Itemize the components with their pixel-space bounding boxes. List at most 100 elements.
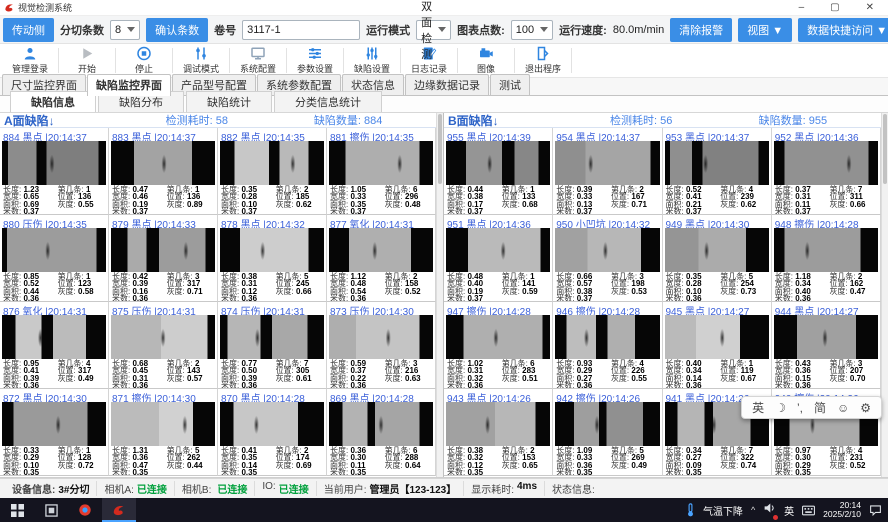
defect-cell[interactable]: 948 擦伤 |20:14:28 长度: 1.18 宽度: 0.34 面积: 0… — [772, 215, 881, 302]
action-center-icon[interactable] — [869, 504, 882, 516]
defect-thumbnail-image[interactable] — [111, 402, 215, 446]
defect-cell[interactable]: 882 黑点 |20:14:35 长度: 0.35 宽度: 0.28 面积: 0… — [218, 128, 327, 215]
taskbar-clock[interactable]: 20:14 2025/2/10 — [823, 501, 861, 519]
defect-thumbnail-image[interactable] — [446, 228, 550, 272]
image-button[interactable]: 图像 — [460, 44, 512, 77]
start-button[interactable] — [0, 498, 34, 522]
subtab-class-info-statistics[interactable]: 分类信息统计 — [274, 91, 382, 112]
defect-cell[interactable]: 953 黑点 |20:14:37 长度: 0.52 宽度: 0.41 面积: 0… — [663, 128, 772, 215]
defect-thumbnail-image[interactable] — [329, 315, 433, 359]
defect-thumbnail-image[interactable] — [220, 141, 324, 185]
defect-thumbnail-image[interactable] — [774, 228, 878, 272]
defect-cell[interactable]: 869 黑点 |20:14:28 长度: 0.36 宽度: 0.30 面积: 0… — [327, 389, 436, 476]
defect-thumbnail-image[interactable] — [111, 141, 215, 185]
defect-thumbnail-image[interactable] — [111, 228, 215, 272]
run-mode-select[interactable]: 双面检测 — [416, 20, 451, 40]
defect-thumbnail-image[interactable] — [2, 402, 106, 446]
panel-b-scrollbar[interactable] — [881, 113, 888, 477]
defect-thumbnail-image[interactable] — [555, 402, 659, 446]
defect-cell[interactable]: 870 黑点 |20:14:28 长度: 0.41 宽度: 0.35 面积: 0… — [218, 389, 327, 476]
defect-cell[interactable]: 874 压伤 |20:14:31 长度: 0.77 宽度: 0.50 面积: 0… — [218, 302, 327, 389]
defect-cell[interactable]: 880 压伤 |20:14:35 长度: 0.85 宽度: 0.52 面积: 0… — [0, 215, 109, 302]
defect-cell[interactable]: 879 黑点 |20:14:33 长度: 0.42 宽度: 0.39 面积: 0… — [109, 215, 218, 302]
defect-cell[interactable]: 881 擦伤 |20:14:35 长度: 1.05 宽度: 0.33 面积: 0… — [327, 128, 436, 215]
ime-moon-icon[interactable]: ☽ — [775, 401, 786, 415]
strip-count-select[interactable]: 8 — [110, 20, 140, 40]
defect-thumbnail-image[interactable] — [665, 141, 769, 185]
defect-thumbnail-image[interactable] — [2, 228, 106, 272]
keyboard-icon[interactable] — [802, 505, 815, 516]
defect-thumbnail-image[interactable] — [329, 141, 433, 185]
start-button[interactable]: 开始 — [61, 44, 113, 77]
clear-alarm-button[interactable]: 清除报警 — [670, 18, 732, 42]
defect-cell[interactable]: 943 黑点 |20:14:26 长度: 0.38 宽度: 0.32 面积: 0… — [444, 389, 553, 476]
ime-settings-gear-icon[interactable]: ⚙ — [860, 401, 871, 415]
tab-test[interactable]: 测试 — [490, 74, 530, 95]
defect-cell[interactable]: 947 擦伤 |20:14:28 长度: 1.02 宽度: 0.31 面积: 0… — [444, 302, 553, 389]
defect-thumbnail-image[interactable] — [665, 228, 769, 272]
exit-program-button[interactable]: 退出程序 — [517, 44, 569, 77]
defect-cell[interactable]: 954 黑点 |20:14:37 长度: 0.39 宽度: 0.33 面积: 0… — [553, 128, 662, 215]
defect-settings-button[interactable]: 缺陷设置 — [346, 44, 398, 77]
defect-cell[interactable]: 944 黑点 |20:14:27 长度: 0.43 宽度: 0.36 面积: 0… — [772, 302, 881, 389]
defect-cell[interactable]: 875 压伤 |20:14:31 长度: 0.68 宽度: 0.45 面积: 0… — [109, 302, 218, 389]
defect-cell[interactable]: 878 黑点 |20:14:32 长度: 0.38 宽度: 0.31 面积: 0… — [218, 215, 327, 302]
defect-thumbnail-image[interactable] — [220, 315, 324, 359]
defect-cell[interactable]: 884 黑点 |20:14:37 长度: 1.23 宽度: 0.65 面积: 0… — [0, 128, 109, 215]
defect-thumbnail-image[interactable] — [329, 402, 433, 446]
quick-access-menu-button[interactable]: 数据快捷访问 ▼ — [798, 18, 888, 42]
tab-defect-monitor[interactable]: 缺陷监控界面 — [87, 74, 171, 96]
defect-thumbnail-image[interactable] — [555, 141, 659, 185]
ime-emoji-icon[interactable]: ☺ — [837, 401, 849, 415]
debug-mode-button[interactable]: 调试模式 — [175, 44, 227, 77]
maximize-button[interactable]: ▢ — [830, 1, 839, 15]
admin-login-button[interactable]: 管理登录 — [4, 44, 56, 77]
defect-cell[interactable]: 942 擦伤 |20:14:26 长度: 1.09 宽度: 0.33 面积: 0… — [553, 389, 662, 476]
defect-thumbnail-image[interactable] — [220, 402, 324, 446]
volume-icon[interactable] — [763, 501, 776, 519]
defect-cell[interactable]: 952 黑点 |20:14:36 长度: 0.37 宽度: 0.31 面积: 0… — [772, 128, 881, 215]
defect-thumbnail-image[interactable] — [446, 402, 550, 446]
defect-thumbnail-image[interactable] — [774, 141, 878, 185]
panel-b-title[interactable]: B面缺陷↓ — [444, 112, 610, 129]
ime-language-indicator[interactable]: 英 — [784, 503, 794, 518]
ime-punctuation-toggle[interactable]: ’, — [797, 401, 803, 415]
defect-cell[interactable]: 945 黑点 |20:14:27 长度: 0.40 宽度: 0.34 面积: 0… — [663, 302, 772, 389]
defect-thumbnail-image[interactable] — [774, 315, 878, 359]
tab-edge-data-record[interactable]: 边缘数据记录 — [405, 74, 489, 95]
defect-cell[interactable]: 877 氧化 |20:14:31 长度: 1.12 宽度: 0.48 面积: 0… — [327, 215, 436, 302]
subtab-defect-statistics[interactable]: 缺陷统计 — [186, 91, 272, 112]
task-view-button[interactable] — [34, 498, 68, 522]
stop-button[interactable]: 停止 — [118, 44, 170, 77]
parameter-settings-button[interactable]: 参数设置 — [289, 44, 341, 77]
defect-cell[interactable]: 873 压伤 |20:14:30 长度: 0.59 宽度: 0.37 面积: 0… — [327, 302, 436, 389]
confirm-count-button[interactable]: 确认条数 — [146, 18, 208, 42]
defect-thumbnail-image[interactable] — [111, 315, 215, 359]
defect-thumbnail-image[interactable] — [2, 141, 106, 185]
ime-lang-toggle[interactable]: 英 — [752, 399, 764, 416]
defect-cell[interactable]: 951 黑点 |20:14:36 长度: 0.48 宽度: 0.40 面积: 0… — [444, 215, 553, 302]
panel-a-scrollbar[interactable] — [436, 113, 443, 477]
view-menu-button[interactable]: 视图 ▼ — [738, 18, 792, 42]
drive-side-button[interactable]: 传动侧 — [3, 18, 54, 42]
defect-cell[interactable]: 871 擦伤 |20:14:30 长度: 1.31 宽度: 0.36 面积: 0… — [109, 389, 218, 476]
defect-thumbnail-image[interactable] — [665, 315, 769, 359]
weather-text[interactable]: 气温下降 — [703, 503, 743, 518]
defect-cell[interactable]: 955 黑点 |20:14:39 长度: 0.44 宽度: 0.38 面积: 0… — [444, 128, 553, 215]
system-config-button[interactable]: 系统配置 — [232, 44, 284, 77]
taskbar-app-vision-system[interactable] — [102, 498, 136, 522]
defect-cell[interactable]: 872 黑点 |20:14:30 长度: 0.33 宽度: 0.29 面积: 0… — [0, 389, 109, 476]
defect-cell[interactable]: 950 小凹坑 |20:14:32 长度: 0.66 宽度: 0.57 面积: … — [553, 215, 662, 302]
defect-thumbnail-image[interactable] — [2, 315, 106, 359]
subtab-defect-info[interactable]: 缺陷信息 — [10, 91, 96, 112]
defect-thumbnail-image[interactable] — [220, 228, 324, 272]
defect-thumbnail-image[interactable] — [446, 315, 550, 359]
defect-thumbnail-image[interactable] — [446, 141, 550, 185]
minimize-button[interactable]: – — [799, 1, 805, 15]
defect-cell[interactable]: 883 黑点 |20:14:37 长度: 0.47 宽度: 0.46 面积: 0… — [109, 128, 218, 215]
chart-points-select[interactable]: 100 — [511, 20, 553, 40]
close-button[interactable]: ✕ — [866, 1, 874, 15]
defect-thumbnail-image[interactable] — [329, 228, 433, 272]
defect-cell[interactable]: 946 擦伤 |20:14:28 长度: 0.93 宽度: 0.29 面积: 0… — [553, 302, 662, 389]
roll-number-input[interactable] — [242, 20, 360, 40]
